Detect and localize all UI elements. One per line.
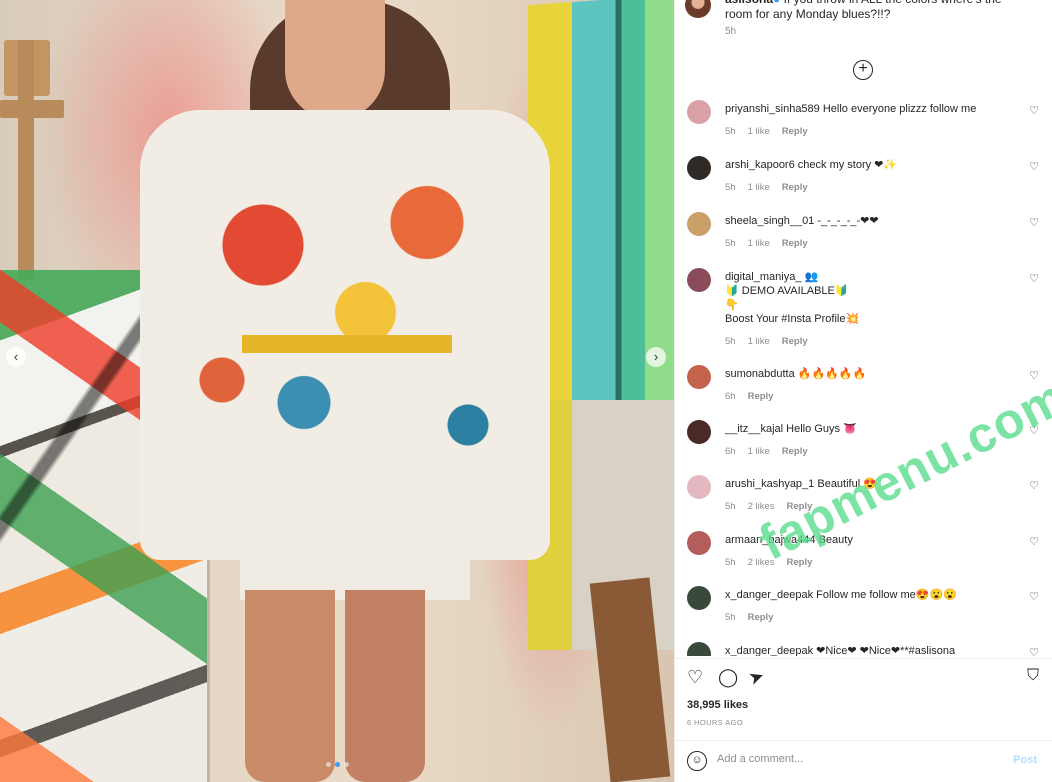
avatar[interactable] [687, 100, 711, 124]
carousel-dot [335, 762, 340, 767]
caption-username[interactable]: aslisona [725, 0, 773, 6]
avatar[interactable] [687, 420, 711, 444]
avatar[interactable] [685, 0, 711, 18]
heart-icon[interactable]: ♡ [1029, 160, 1039, 173]
comment-meta: 5h 1 like Reply [725, 182, 808, 193]
comment-meta: 6h 1 like Reply [725, 446, 808, 457]
comment-time: 5h [725, 557, 736, 568]
post-actions: ♡ ◯ ➤ ⛉ 38,995 likes 6 HOURS AGO [675, 658, 1052, 740]
carousel-next-button[interactable]: › [646, 347, 666, 367]
comment-meta: 5h Reply [725, 612, 773, 623]
comment-icon[interactable]: ◯ [718, 667, 738, 688]
post-image[interactable]: ‹ › [0, 0, 674, 782]
heart-icon[interactable]: ♡ [1029, 590, 1039, 603]
comment-time: 6h [725, 391, 736, 402]
comment-text: check my story ❤✨ [797, 159, 898, 171]
avatar[interactable] [687, 531, 711, 555]
leg [345, 590, 425, 782]
heart-icon[interactable]: ♡ [687, 667, 703, 688]
reply-button[interactable]: Reply [782, 446, 808, 457]
comment-username[interactable]: __itz__kajal [725, 423, 783, 435]
post-comment-button[interactable]: Post [1013, 754, 1037, 766]
comment-time: 5h [725, 182, 736, 193]
heart-icon[interactable]: ♡ [1029, 646, 1039, 656]
heart-icon[interactable]: ♡ [1029, 104, 1039, 117]
carousel-dot [326, 762, 331, 767]
comment-likes[interactable]: 1 like [748, 336, 770, 347]
carousel-dot [344, 762, 349, 767]
comment-likes[interactable]: 1 like [748, 238, 770, 249]
comment-time: 5h [725, 501, 736, 512]
heart-icon[interactable]: ♡ [1029, 479, 1039, 492]
heart-icon[interactable]: ♡ [1029, 272, 1039, 285]
reply-button[interactable]: Reply [782, 336, 808, 347]
caption-time: 5h [725, 26, 737, 37]
comment-likes[interactable]: 1 like [748, 126, 770, 137]
comment-time: 5h [725, 238, 736, 249]
comment-username[interactable]: arshi_kapoor6 [725, 159, 795, 171]
comment-time: 6h [725, 446, 736, 457]
comment-text: Hello everyone plizzz follow me [822, 103, 977, 115]
easel [0, 40, 70, 280]
heart-icon[interactable]: ♡ [1029, 216, 1039, 229]
comment-meta: 5h 1 like Reply [725, 336, 808, 347]
reply-button[interactable]: Reply [748, 391, 774, 402]
comment-username[interactable]: digital_maniya_ [725, 271, 801, 283]
plus-circle-icon[interactable]: + [853, 60, 873, 80]
avatar[interactable] [687, 586, 711, 610]
comment-list[interactable]: priyanshi_sinha589 Hello everyone plizzz… [675, 96, 1052, 656]
leg [245, 590, 335, 782]
comment-text: Follow me follow me😍😮😮 [816, 589, 957, 601]
comment-username[interactable]: arushi_kashyap_1 [725, 478, 814, 490]
heart-icon[interactable]: ♡ [1029, 535, 1039, 548]
share-icon[interactable]: ➤ [746, 665, 767, 690]
comment-text: Hello Guys 👅 [786, 423, 857, 435]
avatar[interactable] [687, 365, 711, 389]
comment-time: 5h [725, 336, 736, 347]
comment-text: 🔥🔥🔥🔥🔥 [797, 368, 867, 380]
avatar[interactable] [687, 212, 711, 236]
like-count[interactable]: 38,995 likes [687, 699, 748, 711]
comments-panel: aslisona● If you throw in ALL the colors… [674, 0, 1052, 782]
avatar[interactable] [687, 156, 711, 180]
comment-meta: 6h Reply [725, 391, 773, 402]
reply-button[interactable]: Reply [782, 182, 808, 193]
carousel-prev-button[interactable]: ‹ [6, 347, 26, 367]
comment-meta: 5h 1 like Reply [725, 126, 808, 137]
comment-username[interactable]: sumonabdutta [725, 368, 795, 380]
comment-time: 5h [725, 612, 736, 623]
avatar[interactable] [687, 642, 711, 656]
comment-username[interactable]: sheela_singh__01 [725, 215, 814, 227]
face [285, 0, 385, 120]
easel [0, 100, 64, 118]
add-comment-bar: ☺ Post [675, 740, 1052, 782]
comment-meta: 5h 1 like Reply [725, 238, 808, 249]
bookmark-icon[interactable]: ⛉ [1027, 667, 1039, 685]
reply-button[interactable]: Reply [748, 612, 774, 623]
avatar[interactable] [687, 268, 711, 292]
comment-username[interactable]: priyanshi_sinha589 [725, 103, 820, 115]
post-age: 6 HOURS AGO [687, 718, 744, 727]
reply-button[interactable]: Reply [782, 126, 808, 137]
carousel-dots [326, 762, 349, 767]
comment-text: ❤Nice❤ ❤Nice❤**#aslisona [816, 645, 956, 656]
yellow-belt [242, 335, 452, 353]
comment-username[interactable]: x_danger_deepak [725, 589, 813, 601]
avatar[interactable] [687, 475, 711, 499]
comment-likes[interactable]: 1 like [748, 446, 770, 457]
comment-username[interactable]: x_danger_deepak [725, 645, 813, 656]
reply-button[interactable]: Reply [782, 238, 808, 249]
emoji-icon[interactable]: ☺ [687, 751, 707, 771]
post-caption: aslisona● If you throw in ALL the colors… [685, 0, 1042, 42]
comment-input[interactable] [717, 753, 997, 765]
comment-time: 5h [725, 126, 736, 137]
comment-likes[interactable]: 1 like [748, 182, 770, 193]
white-shorts [240, 510, 470, 600]
woman-figure [140, 0, 560, 782]
comment-text: -_-_-_-_-❤❤ [817, 215, 879, 227]
